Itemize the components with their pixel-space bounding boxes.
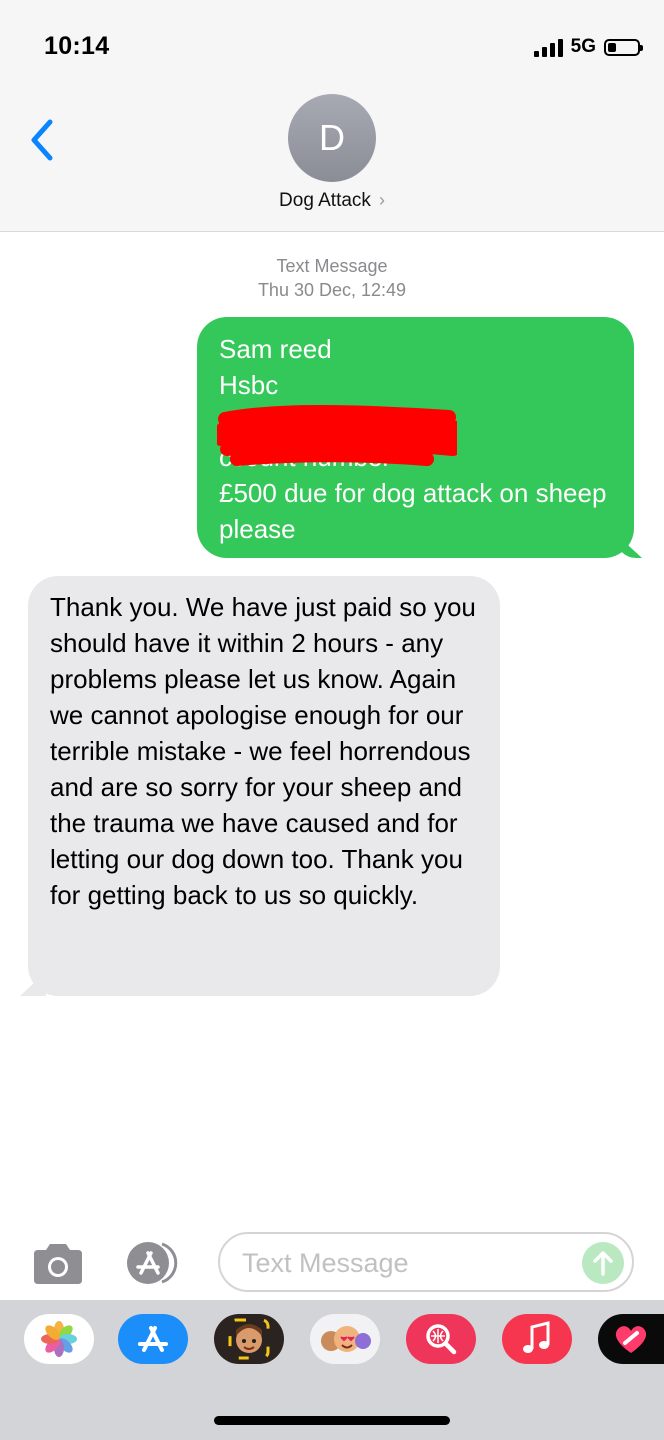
avatar-initial: D xyxy=(319,117,345,158)
photos-app-icon[interactable] xyxy=(24,1314,94,1364)
message-input-placeholder: Text Message xyxy=(242,1248,409,1278)
contact-avatar[interactable]: D xyxy=(288,94,376,182)
photos-icon xyxy=(41,1321,77,1357)
app-store-icon xyxy=(138,1326,168,1352)
arrow-up-icon xyxy=(593,1251,613,1276)
digital-touch-app-icon[interactable] xyxy=(598,1314,664,1364)
sent-message-text: Sam reed Hsbc sort code ccount number £5… xyxy=(219,334,607,544)
app-store-button-icon[interactable] xyxy=(124,1240,186,1286)
camera-icon[interactable] xyxy=(30,1242,86,1286)
status-time: 10:14 xyxy=(44,32,110,60)
memoji-stickers-icon xyxy=(321,1326,371,1352)
battery-icon xyxy=(604,38,643,56)
service-label: Text Message xyxy=(276,256,388,276)
back-chevron-icon[interactable] xyxy=(26,116,62,164)
chevron-right-icon: › xyxy=(378,190,385,210)
message-timestamp: Thu 30 Dec, 12:49 xyxy=(257,280,407,300)
received-message-bubble[interactable]: Thank you. We have just paid so you shou… xyxy=(28,576,500,996)
web-search-icon xyxy=(426,1324,457,1355)
message-input[interactable]: Text Message xyxy=(218,1232,634,1292)
contact-name: Dog Attack xyxy=(279,190,371,211)
memoji-stickers-app-icon[interactable] xyxy=(310,1314,380,1364)
cellular-signal-icon xyxy=(533,37,563,57)
network-type: 5G xyxy=(570,36,596,57)
memoji-camera-icon xyxy=(228,1318,270,1360)
sent-message-bubble[interactable]: Sam reed Hsbc sort code ccount number £5… xyxy=(197,317,634,558)
conversation-meta: Text Message Thu 30 Dec, 12:49 xyxy=(0,254,664,302)
send-button[interactable] xyxy=(582,1242,624,1284)
music-app-icon[interactable] xyxy=(502,1314,572,1364)
received-message-text: Thank you. We have just paid so you shou… xyxy=(50,592,476,910)
app-store-app-icon[interactable] xyxy=(118,1314,188,1364)
navigation-header: 10:14 5G D Dog Attack › xyxy=(0,0,664,232)
music-icon xyxy=(523,1321,550,1353)
contact-name-button[interactable]: Dog Attack › xyxy=(0,190,664,212)
memoji-camera-app-icon[interactable] xyxy=(214,1314,284,1364)
web-search-app-icon[interactable] xyxy=(406,1314,476,1364)
status-indicators: 5G xyxy=(533,36,643,58)
digital-touch-icon xyxy=(615,1326,647,1353)
home-indicator[interactable] xyxy=(214,1416,450,1425)
